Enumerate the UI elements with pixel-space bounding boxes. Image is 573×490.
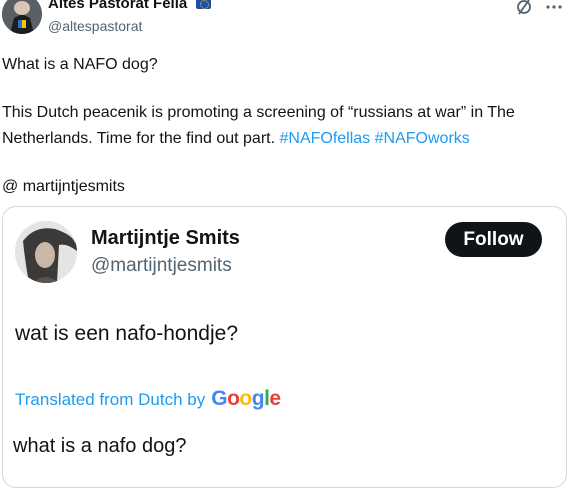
author-name[interactable]: Altes Pastorat Fella [48, 0, 187, 11]
follow-button[interactable]: Follow [445, 222, 542, 257]
slashed-circle-icon[interactable] [515, 0, 533, 20]
tweet-line-mention: @ martijntjesmits [2, 178, 125, 195]
quoted-original-text: wat is een nafo-hondje? [15, 322, 238, 345]
author-avatar[interactable] [2, 0, 42, 34]
tweet-line-question: What is a NAFO dog? [2, 56, 158, 73]
translated-from-label: Translated from Dutch by [15, 390, 206, 409]
quoted-translated-text: what is a nafo dog? [13, 435, 187, 457]
ellipsis-icon[interactable] [545, 0, 563, 20]
quoted-tweet-card[interactable]: Martijntje Smits @martijntjesmits Follow… [2, 206, 567, 488]
translation-attribution: Translated from Dutch by Google [15, 387, 281, 411]
google-logo: Google [211, 387, 281, 410]
author-handle[interactable]: @altespastorat [48, 18, 142, 34]
hashtag-nafofellas[interactable]: #NAFOfellas [279, 130, 370, 147]
hashtag-nafoworks[interactable]: #NAFOworks [375, 130, 470, 147]
quoted-author-avatar[interactable] [15, 221, 77, 283]
eu-flag-icon [195, 0, 211, 10]
quoted-author-name[interactable]: Martijntje Smits [91, 227, 240, 250]
tweet-body: What is a NAFO dog? This Dutch peacenik … [2, 52, 567, 200]
quoted-author-handle[interactable]: @martijntjesmits [91, 255, 232, 277]
tweet-line-description: This Dutch peacenik is promoting a scree… [2, 100, 567, 152]
